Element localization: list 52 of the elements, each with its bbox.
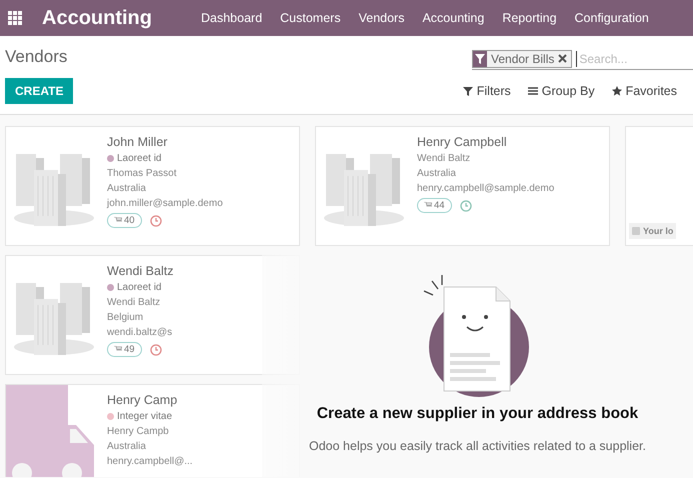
vendor-detail: henry.campbell@... — [107, 456, 193, 467]
menu-item[interactable]: Reporting — [493, 11, 566, 25]
vendor-detail: wendi.baltz@s — [107, 327, 174, 338]
tag-label: Laoreet id — [117, 282, 162, 293]
cart-icon — [114, 217, 122, 224]
search-input[interactable]: Search... — [576, 50, 692, 66]
vendor-detail: Thomas Passot — [107, 168, 178, 179]
vendor-detail: Wendi Baltz — [417, 153, 472, 164]
vendor-detail: Australia — [107, 183, 147, 194]
remove-icon[interactable] — [558, 54, 568, 63]
logo-upload-label: Your lo — [629, 223, 676, 239]
filter-icon — [462, 86, 473, 96]
vendor-detail: Wendi Baltz — [107, 297, 162, 308]
vendor-detail: Henry Campb — [107, 426, 170, 437]
search-option-button[interactable]: Favorites — [612, 84, 677, 98]
vendor-detail: Belgium — [107, 312, 144, 323]
vendor-name: Wendi Baltz — [107, 264, 174, 278]
search-option-button[interactable]: Filters — [462, 84, 511, 98]
menu-item[interactable]: Accounting — [413, 11, 494, 25]
breadcrumb-title: Vendors — [5, 47, 68, 67]
list-icon — [528, 86, 538, 96]
filter-facet[interactable]: Vendor Bills — [472, 50, 572, 68]
app-grid-icon[interactable] — [8, 11, 22, 25]
clock-icon[interactable] — [150, 344, 162, 356]
purchase-count-badge[interactable]: 40 — [107, 213, 142, 228]
menu-item[interactable]: Vendors — [350, 11, 414, 25]
vendor-name: Henry Campbell — [417, 135, 508, 149]
vendor-detail: Australia — [107, 441, 147, 452]
create-button[interactable]: CREATE — [5, 78, 74, 104]
vendor-detail: henry.campbell@sample.demo — [417, 183, 554, 194]
star-icon — [612, 86, 622, 96]
purchase-count-badge[interactable]: 49 — [107, 342, 142, 357]
cart-icon — [114, 346, 122, 353]
menu-item[interactable]: Configuration — [566, 11, 658, 25]
app-name[interactable]: Accounting — [42, 6, 152, 30]
helper-text: Odoo helps you easily track all activities related to a supplier. — [309, 439, 646, 453]
helper-title: Create a new supplier in your address book — [316, 405, 638, 423]
tag-label: Integer vitae — [117, 411, 172, 422]
purchase-count-badge[interactable]: 44 — [417, 198, 452, 213]
menu-item[interactable]: Dashboard — [192, 11, 272, 25]
tag-label: Laoreet id — [117, 153, 162, 164]
clock-icon[interactable] — [460, 200, 472, 212]
cart-icon — [424, 202, 432, 209]
clock-icon[interactable] — [150, 214, 162, 226]
menu-item[interactable]: Customers — [271, 11, 350, 25]
vendor-detail: Australia — [417, 168, 457, 179]
filter-icon — [475, 54, 485, 64]
image-icon — [632, 227, 640, 235]
search-option-button[interactable]: Group By — [528, 84, 595, 98]
vendor-name: Henry Camp — [107, 393, 178, 407]
vendor-detail: john.miller@sample.demo — [107, 198, 223, 209]
vendor-name: John Miller — [107, 135, 168, 149]
